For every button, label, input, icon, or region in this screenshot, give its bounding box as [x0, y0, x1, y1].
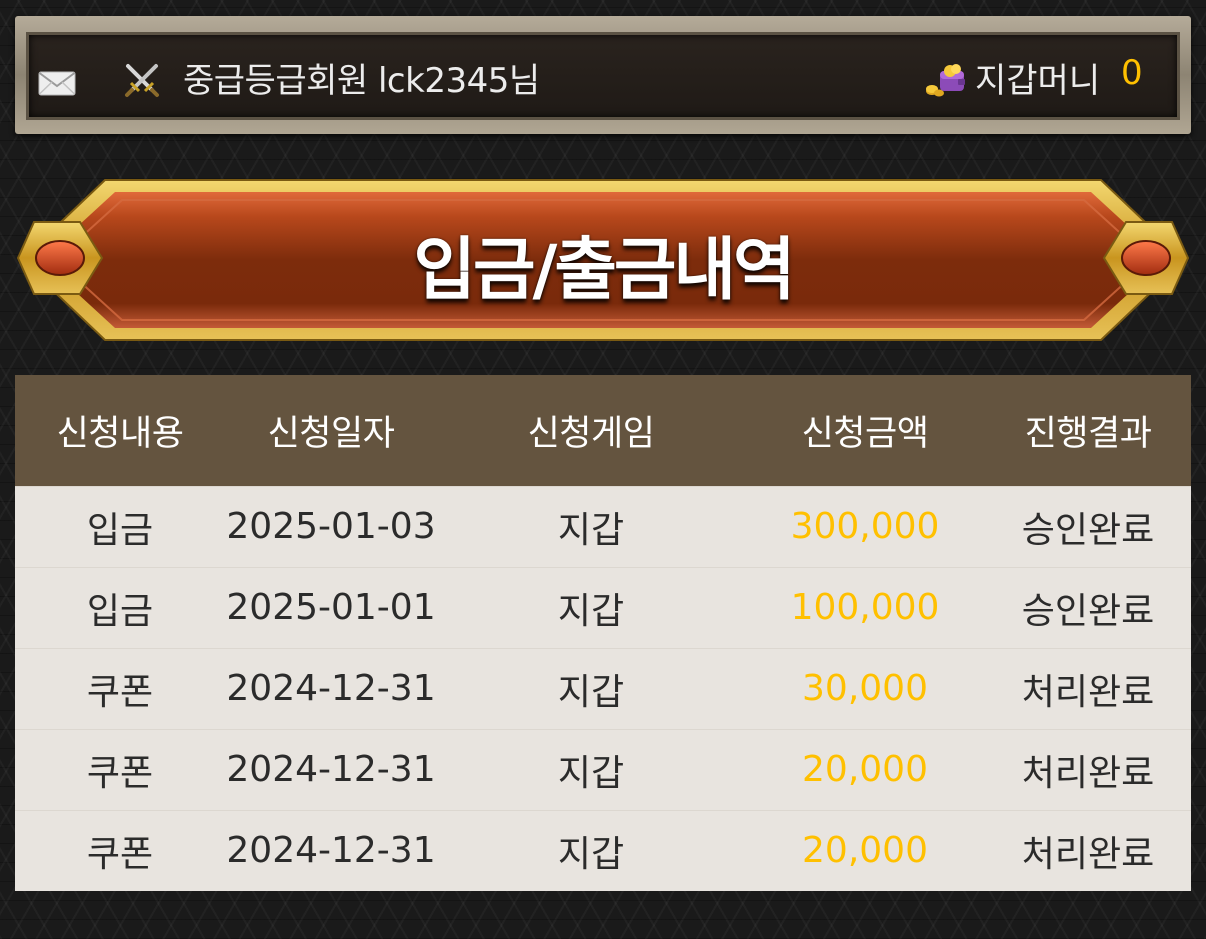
wallet-money-label: 지갑머니	[975, 61, 1101, 101]
cell-game: 지갑	[557, 509, 625, 551]
table-row: 쿠폰 2024-12-31 지갑 20,000 처리완료	[15, 810, 1191, 891]
cell-game: 지갑	[557, 833, 625, 875]
table-header-row: 신청내용 신청일자 신청게임 신청금액 진행결과	[15, 375, 1191, 486]
cell-game: 지갑	[557, 590, 625, 632]
cell-game: 지갑	[557, 671, 625, 713]
title-banner: 입금/출금내역	[0, 170, 1206, 350]
wallet-money-amount: 0	[1121, 53, 1143, 93]
column-header-game: 신청게임	[527, 413, 655, 454]
top-status-bar: 중급등급회원 lck2345님 지갑머니 0	[15, 16, 1191, 134]
cell-status: 승인완료	[1021, 509, 1155, 551]
cell-type: 쿠폰	[86, 752, 154, 794]
table-row: 입금 2025-01-03 지갑 300,000 승인완료	[15, 486, 1191, 567]
cell-amount: 20,000	[802, 749, 928, 790]
cell-date: 2024-12-31	[226, 749, 436, 790]
cell-date: 2024-12-31	[226, 830, 436, 872]
top-status-bar-inner: 중급등급회원 lck2345님 지갑머니 0	[26, 32, 1180, 120]
cell-status: 승인완료	[1021, 590, 1155, 632]
history-table: 신청내용 신청일자 신청게임 신청금액 진행결과 입금 2025-01-03 지…	[15, 375, 1191, 891]
cell-game: 지갑	[557, 752, 625, 794]
cell-status: 처리완료	[1021, 833, 1155, 875]
cell-date: 2025-01-03	[226, 506, 436, 547]
cell-status: 처리완료	[1021, 671, 1155, 713]
cell-amount: 100,000	[790, 587, 940, 628]
cell-amount: 30,000	[802, 668, 928, 709]
column-header-amount: 신청금액	[801, 413, 929, 454]
column-header-status: 진행결과	[1024, 413, 1152, 454]
page-title: 입금/출금내역	[413, 231, 795, 310]
wallet-coins-icon	[926, 64, 965, 97]
column-header-date: 신청일자	[267, 413, 395, 454]
mail-icon[interactable]	[38, 69, 76, 97]
cell-type: 쿠폰	[86, 833, 154, 875]
cell-date: 2024-12-31	[226, 668, 436, 709]
table-row: 입금 2025-01-01 지갑 100,000 승인완료	[15, 567, 1191, 648]
cell-type: 쿠폰	[86, 671, 154, 713]
cell-amount: 300,000	[790, 506, 940, 547]
cell-amount: 20,000	[802, 830, 928, 872]
cell-type: 입금	[86, 509, 154, 551]
table-row: 쿠폰 2024-12-31 지갑 30,000 처리완료	[15, 648, 1191, 729]
member-greeting: 중급등급회원 lck2345님	[183, 61, 540, 101]
column-header-type: 신청내용	[56, 413, 184, 454]
table-row: 쿠폰 2024-12-31 지갑 20,000 처리완료	[15, 729, 1191, 810]
cell-status: 처리완료	[1021, 752, 1155, 794]
cell-date: 2025-01-01	[226, 587, 436, 628]
crossed-swords-icon	[125, 64, 159, 97]
cell-type: 입금	[86, 590, 154, 632]
